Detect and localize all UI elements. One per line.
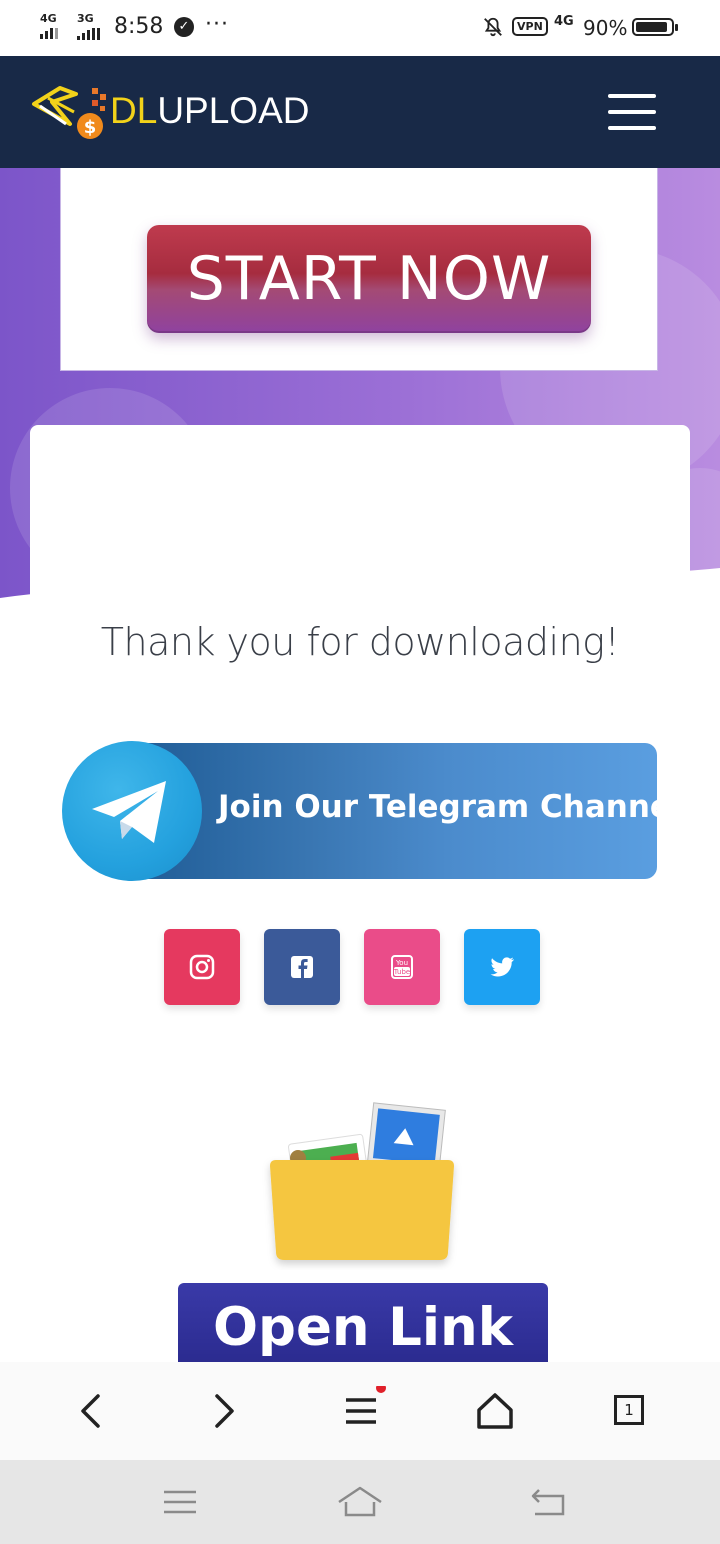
svg-text:$: $ bbox=[84, 117, 97, 138]
bell-off-icon bbox=[484, 17, 502, 37]
signal-1-icon bbox=[40, 28, 58, 39]
browser-toolbar: 1 bbox=[0, 1362, 720, 1460]
folder-icon bbox=[270, 1102, 454, 1260]
battery-percent: 90% bbox=[583, 16, 628, 40]
open-link-button[interactable]: Open Link bbox=[178, 1283, 548, 1368]
system-navigation-bar bbox=[0, 1460, 720, 1544]
network-type-2: 3G bbox=[77, 12, 94, 25]
recent-apps-icon[interactable] bbox=[155, 1482, 205, 1522]
more-notifications-icon: ··· bbox=[205, 12, 229, 37]
status-bar: 4G 3G 8:58 ✓ ··· VPN 4G 90% bbox=[0, 0, 720, 56]
youtube-button[interactable]: You Tube bbox=[364, 929, 440, 1005]
telegram-icon bbox=[92, 781, 166, 843]
instagram-button[interactable] bbox=[164, 929, 240, 1005]
site-header: $ DLUPLOAD bbox=[0, 56, 720, 168]
thank-you-message: Thank you for downloading! bbox=[100, 620, 620, 664]
network-type-right: 4G bbox=[554, 14, 574, 29]
home-icon[interactable] bbox=[470, 1386, 520, 1436]
system-home-icon[interactable] bbox=[335, 1482, 385, 1522]
browser-menu-icon[interactable] bbox=[336, 1386, 386, 1436]
clock: 8:58 bbox=[114, 14, 164, 39]
tabs-button[interactable]: 1 bbox=[605, 1386, 655, 1436]
telegram-label: Join Our Telegram Channel bbox=[218, 789, 682, 825]
ad-banner: START NOW bbox=[60, 168, 658, 371]
start-now-button[interactable]: START NOW bbox=[147, 225, 591, 333]
twitter-icon bbox=[490, 957, 515, 977]
battery-icon bbox=[632, 18, 678, 36]
svg-text:Tube: Tube bbox=[393, 968, 410, 976]
facebook-icon bbox=[291, 956, 313, 978]
system-back-icon[interactable] bbox=[525, 1482, 575, 1522]
vpn-icon: VPN bbox=[512, 17, 548, 36]
dlupload-logo-icon[interactable]: $ bbox=[30, 84, 110, 142]
instagram-icon bbox=[189, 954, 215, 980]
svg-text:You: You bbox=[395, 959, 408, 967]
brand-name[interactable]: DLUPLOAD bbox=[110, 90, 309, 132]
social-links: You Tube bbox=[164, 929, 540, 1005]
facebook-button[interactable] bbox=[264, 929, 340, 1005]
brand-upload: UPLOAD bbox=[157, 90, 310, 131]
check-badge-icon: ✓ bbox=[174, 17, 194, 37]
network-type-1: 4G bbox=[40, 12, 57, 25]
telegram-channel-button[interactable]: Join Our Telegram Channel bbox=[62, 741, 682, 881]
back-arrow-icon[interactable] bbox=[65, 1386, 115, 1436]
forward-arrow-icon[interactable] bbox=[200, 1386, 250, 1436]
telegram-icon-circle bbox=[62, 741, 202, 881]
youtube-icon: You Tube bbox=[391, 955, 413, 979]
menu-button[interactable] bbox=[608, 94, 656, 130]
signal-2-icon bbox=[77, 28, 100, 40]
tab-count: 1 bbox=[614, 1395, 644, 1425]
brand-dl: DL bbox=[110, 90, 158, 131]
twitter-button[interactable] bbox=[464, 929, 540, 1005]
content-card bbox=[30, 425, 690, 625]
